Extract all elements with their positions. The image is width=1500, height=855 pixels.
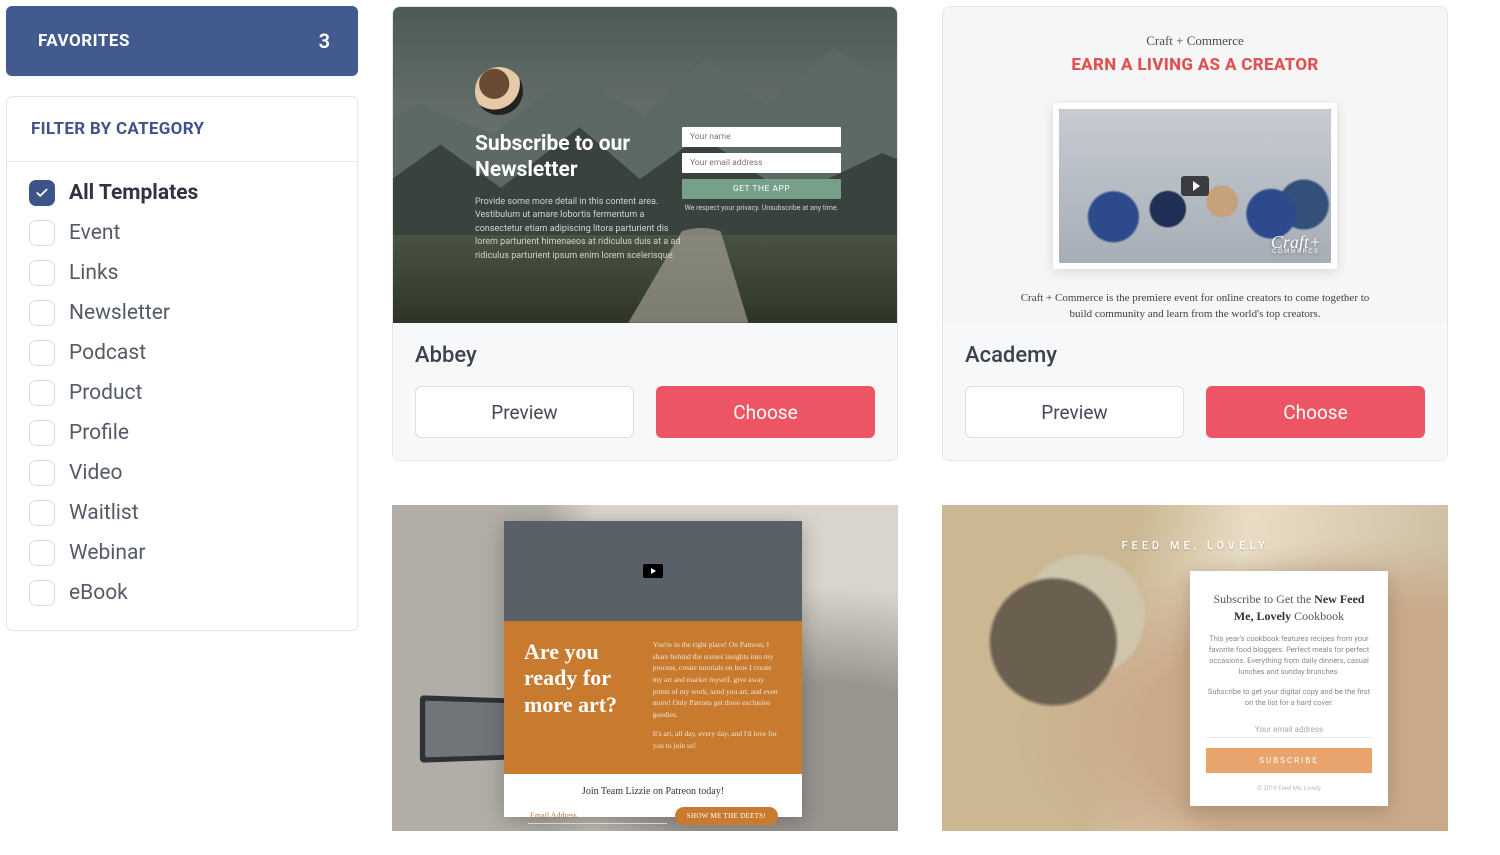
thumb-note: We respect your privacy. Unsubscribe at … xyxy=(682,204,841,212)
template-thumbnail[interactable]: Are you ready for more art? You're in th… xyxy=(392,505,898,831)
filter-label: Profile xyxy=(69,421,129,445)
play-icon xyxy=(643,564,663,578)
filter-label: Podcast xyxy=(69,341,146,365)
thumb-email-field: Your email address xyxy=(1206,722,1372,738)
filter-category-waitlist[interactable]: Waitlist xyxy=(29,500,335,526)
check-icon xyxy=(35,186,49,200)
thumb-headline: EARN A LIVING AS A CREATOR xyxy=(1071,55,1318,75)
filter-label: Product xyxy=(69,381,142,405)
thumb-heading: Are you ready for more art? xyxy=(524,639,643,752)
favorites-label: FAVORITES xyxy=(38,31,130,51)
filter-category-all-templates[interactable]: All Templates xyxy=(29,180,335,206)
checkbox[interactable] xyxy=(29,500,55,526)
thumb-video: Craft + Commerce 2018 Highlights – A Con… xyxy=(1053,103,1337,269)
checkbox[interactable] xyxy=(29,220,55,246)
thumb-subscribe-button: SUBSCRIBE xyxy=(1206,748,1372,773)
filter-category-event[interactable]: Event xyxy=(29,220,335,246)
favorites-bar[interactable]: FAVORITES 3 xyxy=(6,6,358,76)
favorites-count: 3 xyxy=(319,29,330,53)
filter-label: Video xyxy=(69,461,122,485)
template-grid: Subscribe to our Newsletter Provide some… xyxy=(392,6,1494,831)
filter-category-product[interactable]: Product xyxy=(29,380,335,406)
choose-button[interactable]: Choose xyxy=(656,386,875,438)
sidebar: FAVORITES 3 FILTER BY CATEGORY All Templ… xyxy=(6,6,358,631)
preview-button[interactable]: Preview xyxy=(415,386,634,438)
thumb-heading: Subscribe to Get the New Feed Me, Lovely… xyxy=(1206,591,1372,625)
choose-button[interactable]: Choose xyxy=(1206,386,1425,438)
template-title: Academy xyxy=(965,343,1425,368)
checkbox[interactable] xyxy=(29,180,55,206)
thumb-email-field: Your email address xyxy=(682,153,841,173)
template-thumbnail[interactable]: Subscribe to our Newsletter Provide some… xyxy=(393,7,897,323)
thumb-description: Craft + Commerce is the premiere event f… xyxy=(1015,291,1375,323)
thumb-name-field: Your name xyxy=(682,127,841,147)
filter-label: eBook xyxy=(69,581,128,605)
filter-category-newsletter[interactable]: Newsletter xyxy=(29,300,335,326)
checkbox[interactable] xyxy=(29,380,55,406)
page-layout: FAVORITES 3 FILTER BY CATEGORY All Templ… xyxy=(6,6,1494,831)
thumb-heading: Subscribe to our Newsletter xyxy=(475,131,682,184)
thumb-banner: FEED ME, LOVELY xyxy=(942,539,1448,552)
template-title: Abbey xyxy=(415,343,875,368)
template-thumbnail[interactable]: Craft + Commerce EARN A LIVING AS A CREA… xyxy=(943,7,1447,323)
thumb-logo: Craft+ COMMERCE xyxy=(1271,234,1321,256)
filter-label: Waitlist xyxy=(69,501,139,525)
template-card-academy: Craft + Commerce EARN A LIVING AS A CREA… xyxy=(942,6,1448,461)
template-card-art: Are you ready for more art? You're in th… xyxy=(392,505,898,831)
checkbox[interactable] xyxy=(29,340,55,366)
filter-category-video[interactable]: Video xyxy=(29,460,335,486)
checkbox[interactable] xyxy=(29,580,55,606)
preview-button[interactable]: Preview xyxy=(965,386,1184,438)
filter-list: All Templates Event Links Newsletter Podcast… xyxy=(7,162,357,630)
filter-label: Links xyxy=(69,261,119,285)
checkbox[interactable] xyxy=(29,460,55,486)
avatar-icon xyxy=(475,67,523,115)
filter-header: FILTER BY CATEGORY xyxy=(7,97,357,162)
checkbox[interactable] xyxy=(29,300,55,326)
filter-label: Webinar xyxy=(69,541,145,565)
thumb-body: Provide some more detail in this content… xyxy=(475,196,682,264)
checkbox[interactable] xyxy=(29,540,55,566)
filter-label: Event xyxy=(69,221,120,245)
filter-category-links[interactable]: Links xyxy=(29,260,335,286)
checkbox[interactable] xyxy=(29,420,55,446)
thumb-email-field: Email Address xyxy=(528,808,667,824)
thumb-cta-line: Join Team Lizzie on Patreon today! xyxy=(528,786,778,797)
filter-card: FILTER BY CATEGORY All Templates Event Lin… xyxy=(6,96,358,631)
filter-category-profile[interactable]: Profile xyxy=(29,420,335,446)
filter-label: Newsletter xyxy=(69,301,170,325)
filter-category-webinar[interactable]: Webinar xyxy=(29,540,335,566)
thumb-cta-button: GET THE APP xyxy=(682,179,841,199)
filter-category-podcast[interactable]: Podcast xyxy=(29,340,335,366)
template-card-feed: FEED ME, LOVELY Subscribe to Get the New… xyxy=(942,505,1448,831)
template-card-abbey: Subscribe to our Newsletter Provide some… xyxy=(392,6,898,461)
thumb-copyright: © 2019 Feed Me, Lovely xyxy=(1206,785,1372,792)
template-thumbnail[interactable]: FEED ME, LOVELY Subscribe to Get the New… xyxy=(942,505,1448,831)
filter-category-ebook[interactable]: eBook xyxy=(29,580,335,606)
play-icon xyxy=(1181,176,1209,196)
laptop-icon xyxy=(420,695,515,762)
thumb-toptext: Craft + Commerce xyxy=(1146,33,1244,49)
thumb-submit-button: SHOW ME THE DEETS! xyxy=(675,807,778,825)
filter-label: All Templates xyxy=(69,181,198,205)
checkbox[interactable] xyxy=(29,260,55,286)
